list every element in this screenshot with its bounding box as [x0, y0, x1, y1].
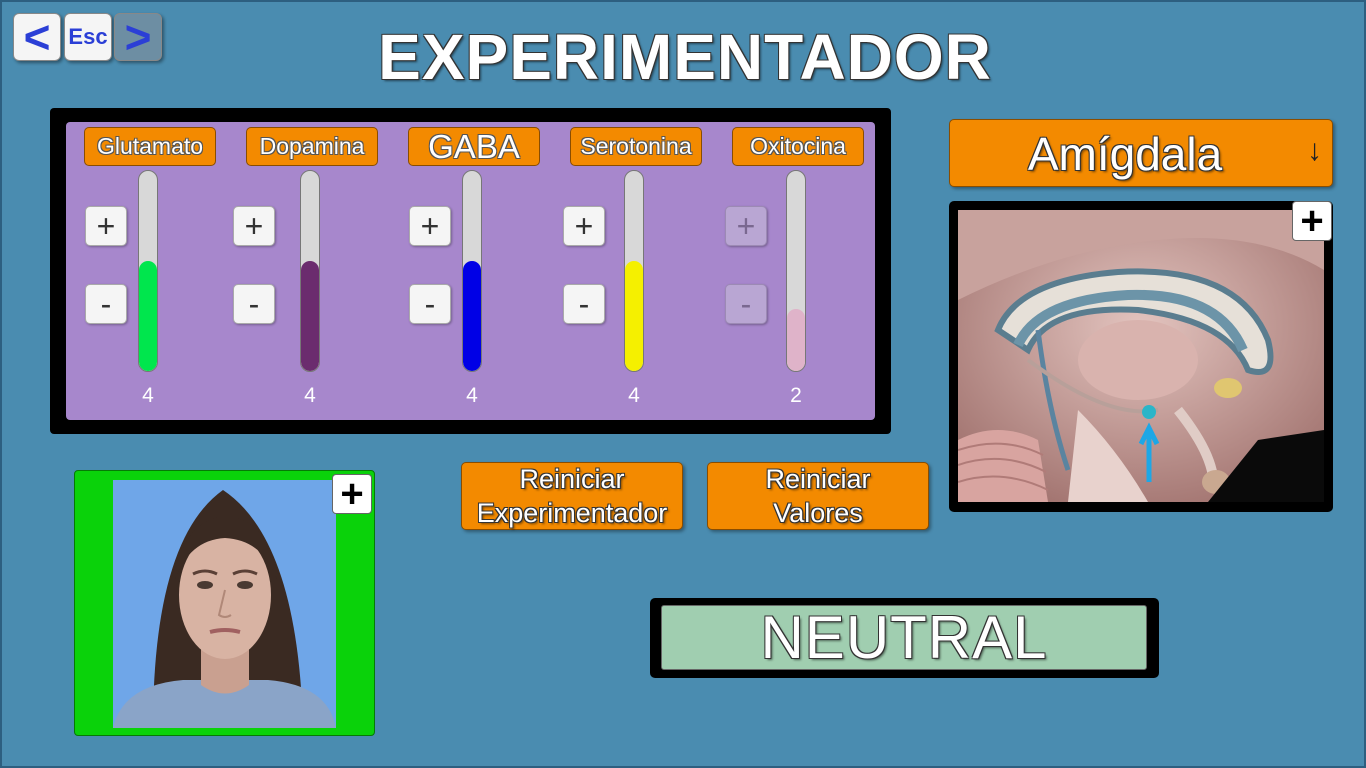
neurotransmitter-label: Oxitocina [732, 127, 864, 166]
neurotransmitter-value: 4 [466, 384, 478, 407]
neurotransmitter-panel: Glutamato + - 4 Dopamina + - 4 GABA + - 4 Serotonina… [50, 108, 891, 434]
neurotransmitter-value: 4 [142, 384, 154, 407]
neurotransmitter-level-fill [301, 261, 319, 371]
neurotransmitter-value: 4 [628, 384, 640, 407]
neurotransmitter-level-bar [462, 170, 482, 372]
brain-anatomy-image [958, 210, 1324, 502]
zoom-face-button[interactable]: + [332, 474, 372, 514]
neurotransmitter-level-fill [139, 261, 157, 371]
neurotransmitter-label: Serotonina [570, 127, 702, 166]
neurotransmitter-value: 2 [790, 384, 802, 407]
decrease-button[interactable]: - [725, 284, 767, 324]
decrease-button[interactable]: - [563, 284, 605, 324]
increase-button[interactable]: + [233, 206, 275, 246]
decrease-button[interactable]: - [233, 284, 275, 324]
neurotransmitter-level-bar [138, 170, 158, 372]
neurotransmitter-level-fill [463, 261, 481, 371]
neurotransmitter-panel-inner: Glutamato + - 4 Dopamina + - 4 GABA + - 4 Serotonina… [66, 122, 875, 420]
neurotransmitter-value: 4 [304, 384, 316, 407]
brain-region-value: Amígdala [1027, 128, 1223, 180]
increase-button[interactable]: + [409, 206, 451, 246]
neurotransmitter-label: GABA [408, 127, 540, 166]
page-title: EXPERIMENTADOR [378, 21, 992, 93]
arrow-down-icon: ↓ [1307, 134, 1322, 167]
face-stimulus-panel: + [74, 470, 375, 736]
increase-button[interactable]: + [85, 206, 127, 246]
neurotransmitter-label: Dopamina [246, 127, 378, 166]
neurotransmitter-level-fill [787, 309, 805, 371]
brain-image-panel: + [949, 201, 1333, 512]
neurotransmitter-label: Glutamato [84, 127, 216, 166]
zoom-brain-button[interactable]: + [1292, 201, 1332, 241]
face-photo [113, 480, 336, 728]
neurotransmitter-level-bar [624, 170, 644, 372]
emotion-result-box: NEUTRAL [661, 604, 1147, 671]
plus-icon: + [340, 472, 364, 516]
emotion-result-panel: NEUTRAL [650, 598, 1159, 678]
increase-button[interactable]: + [725, 206, 767, 246]
neurotransmitter-level-bar [300, 170, 320, 372]
neurotransmitter-level-fill [625, 261, 643, 371]
increase-button[interactable]: + [563, 206, 605, 246]
reset-experimenter-button[interactable]: Reiniciar Experimentador [461, 462, 683, 530]
brain-region-select[interactable]: Amígdala ↓ [949, 119, 1333, 187]
reset-values-button[interactable]: Reiniciar Valores [707, 462, 929, 530]
emotion-label: NEUTRAL [760, 604, 1048, 671]
decrease-button[interactable]: - [85, 284, 127, 324]
neurotransmitter-level-bar [786, 170, 806, 372]
decrease-button[interactable]: - [409, 284, 451, 324]
plus-icon: + [1300, 199, 1324, 243]
